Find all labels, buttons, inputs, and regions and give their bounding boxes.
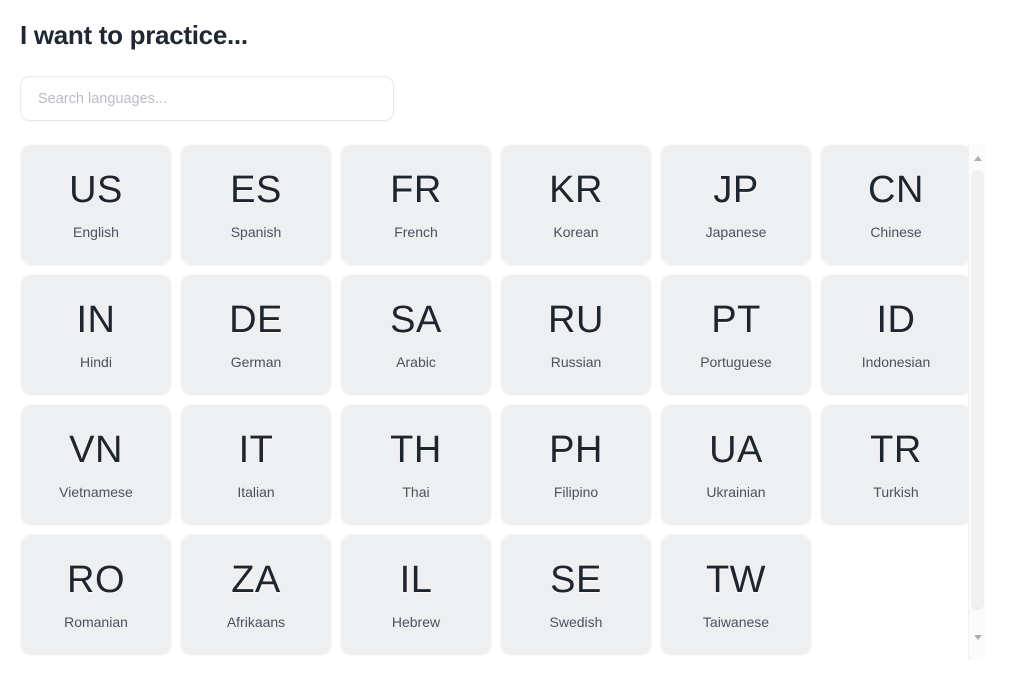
language-label: Swedish (549, 614, 603, 630)
language-grid-viewport: US English ES Spanish FR French KR Korean JP Japa… (20, 144, 1004, 660)
language-card-es[interactable]: ES Spanish (180, 144, 332, 266)
language-code: RU (548, 299, 604, 341)
language-card-vn[interactable]: VN Vietnamese (20, 404, 172, 526)
language-grid-scrollbar[interactable] (968, 144, 985, 660)
language-label: Korean (553, 224, 599, 240)
language-label: Vietnamese (59, 484, 133, 500)
search-input[interactable] (20, 76, 394, 121)
language-card-tr[interactable]: TR Turkish (820, 404, 972, 526)
language-code: VN (69, 429, 123, 471)
language-label: Italian (237, 484, 275, 500)
language-code: FR (390, 169, 442, 211)
language-code: CN (868, 169, 924, 211)
language-card-us[interactable]: US English (20, 144, 172, 266)
language-code: PH (549, 429, 603, 471)
language-card-se[interactable]: SE Swedish (500, 534, 652, 656)
language-code: ZA (231, 559, 281, 601)
language-code: ES (230, 169, 282, 211)
page-title: I want to practice... (20, 20, 248, 50)
language-code: DE (229, 299, 283, 341)
language-code: IL (399, 559, 433, 601)
language-label: Ukrainian (706, 484, 766, 500)
language-label: Japanese (705, 224, 767, 240)
language-label: Hebrew (391, 614, 441, 630)
language-label: Turkish (873, 484, 919, 500)
language-card-kr[interactable]: KR Korean (500, 144, 652, 266)
language-card-pt[interactable]: PT Portuguese (660, 274, 812, 396)
language-code: TH (390, 429, 442, 471)
language-card-tw[interactable]: TW Taiwanese (660, 534, 812, 656)
language-code: RO (67, 559, 125, 601)
language-code: JP (713, 169, 759, 211)
language-code: ID (876, 299, 916, 341)
language-card-ro[interactable]: RO Romanian (20, 534, 172, 656)
language-label: Thai (402, 484, 430, 500)
language-picker-screen: I want to practice... US English ES Spanish… (0, 0, 1024, 681)
search-field-wrapper (20, 76, 394, 121)
language-card-za[interactable]: ZA Afrikaans (180, 534, 332, 656)
language-card-ua[interactable]: UA Ukrainian (660, 404, 812, 526)
language-card-it[interactable]: IT Italian (180, 404, 332, 526)
triangle-down-glyph (973, 635, 982, 640)
language-label: Taiwanese (702, 614, 770, 630)
language-code: IN (76, 299, 116, 341)
language-code: TW (705, 559, 767, 601)
language-label: English (73, 224, 119, 240)
triangle-up-glyph (973, 156, 982, 161)
language-grid: US English ES Spanish FR French KR Korean JP Japa… (20, 144, 980, 656)
scroll-up-arrow-icon[interactable] (969, 150, 986, 167)
language-label: German (230, 354, 282, 370)
language-label: Hindi (80, 354, 112, 370)
scrollbar-thumb[interactable] (971, 170, 984, 610)
language-card-in[interactable]: IN Hindi (20, 274, 172, 396)
language-card-sa[interactable]: SA Arabic (340, 274, 492, 396)
language-label: Filipino (553, 484, 599, 500)
language-card-jp[interactable]: JP Japanese (660, 144, 812, 266)
language-code: PT (711, 299, 761, 341)
language-card-ru[interactable]: RU Russian (500, 274, 652, 396)
language-label: Arabic (396, 354, 436, 370)
language-label: Romanian (64, 614, 128, 630)
language-label: Indonesian (861, 354, 931, 370)
language-card-ph[interactable]: PH Filipino (500, 404, 652, 526)
scroll-down-arrow-icon[interactable] (969, 629, 986, 646)
language-label: Spanish (230, 224, 282, 240)
language-card-th[interactable]: TH Thai (340, 404, 492, 526)
language-label: Russian (550, 354, 602, 370)
language-card-de[interactable]: DE German (180, 274, 332, 396)
language-label: French (394, 224, 438, 240)
language-label: Chinese (870, 224, 922, 240)
language-code: IT (238, 429, 274, 471)
language-label: Portuguese (700, 354, 772, 370)
language-code: SA (390, 299, 442, 341)
language-code: TR (870, 429, 922, 471)
language-code: US (69, 169, 123, 211)
language-card-il[interactable]: IL Hebrew (340, 534, 492, 656)
language-card-fr[interactable]: FR French (340, 144, 492, 266)
language-code: SE (550, 559, 602, 601)
language-card-id[interactable]: ID Indonesian (820, 274, 972, 396)
language-code: UA (709, 429, 763, 471)
language-card-cn[interactable]: CN Chinese (820, 144, 972, 266)
language-label: Afrikaans (226, 614, 286, 630)
language-code: KR (549, 169, 603, 211)
